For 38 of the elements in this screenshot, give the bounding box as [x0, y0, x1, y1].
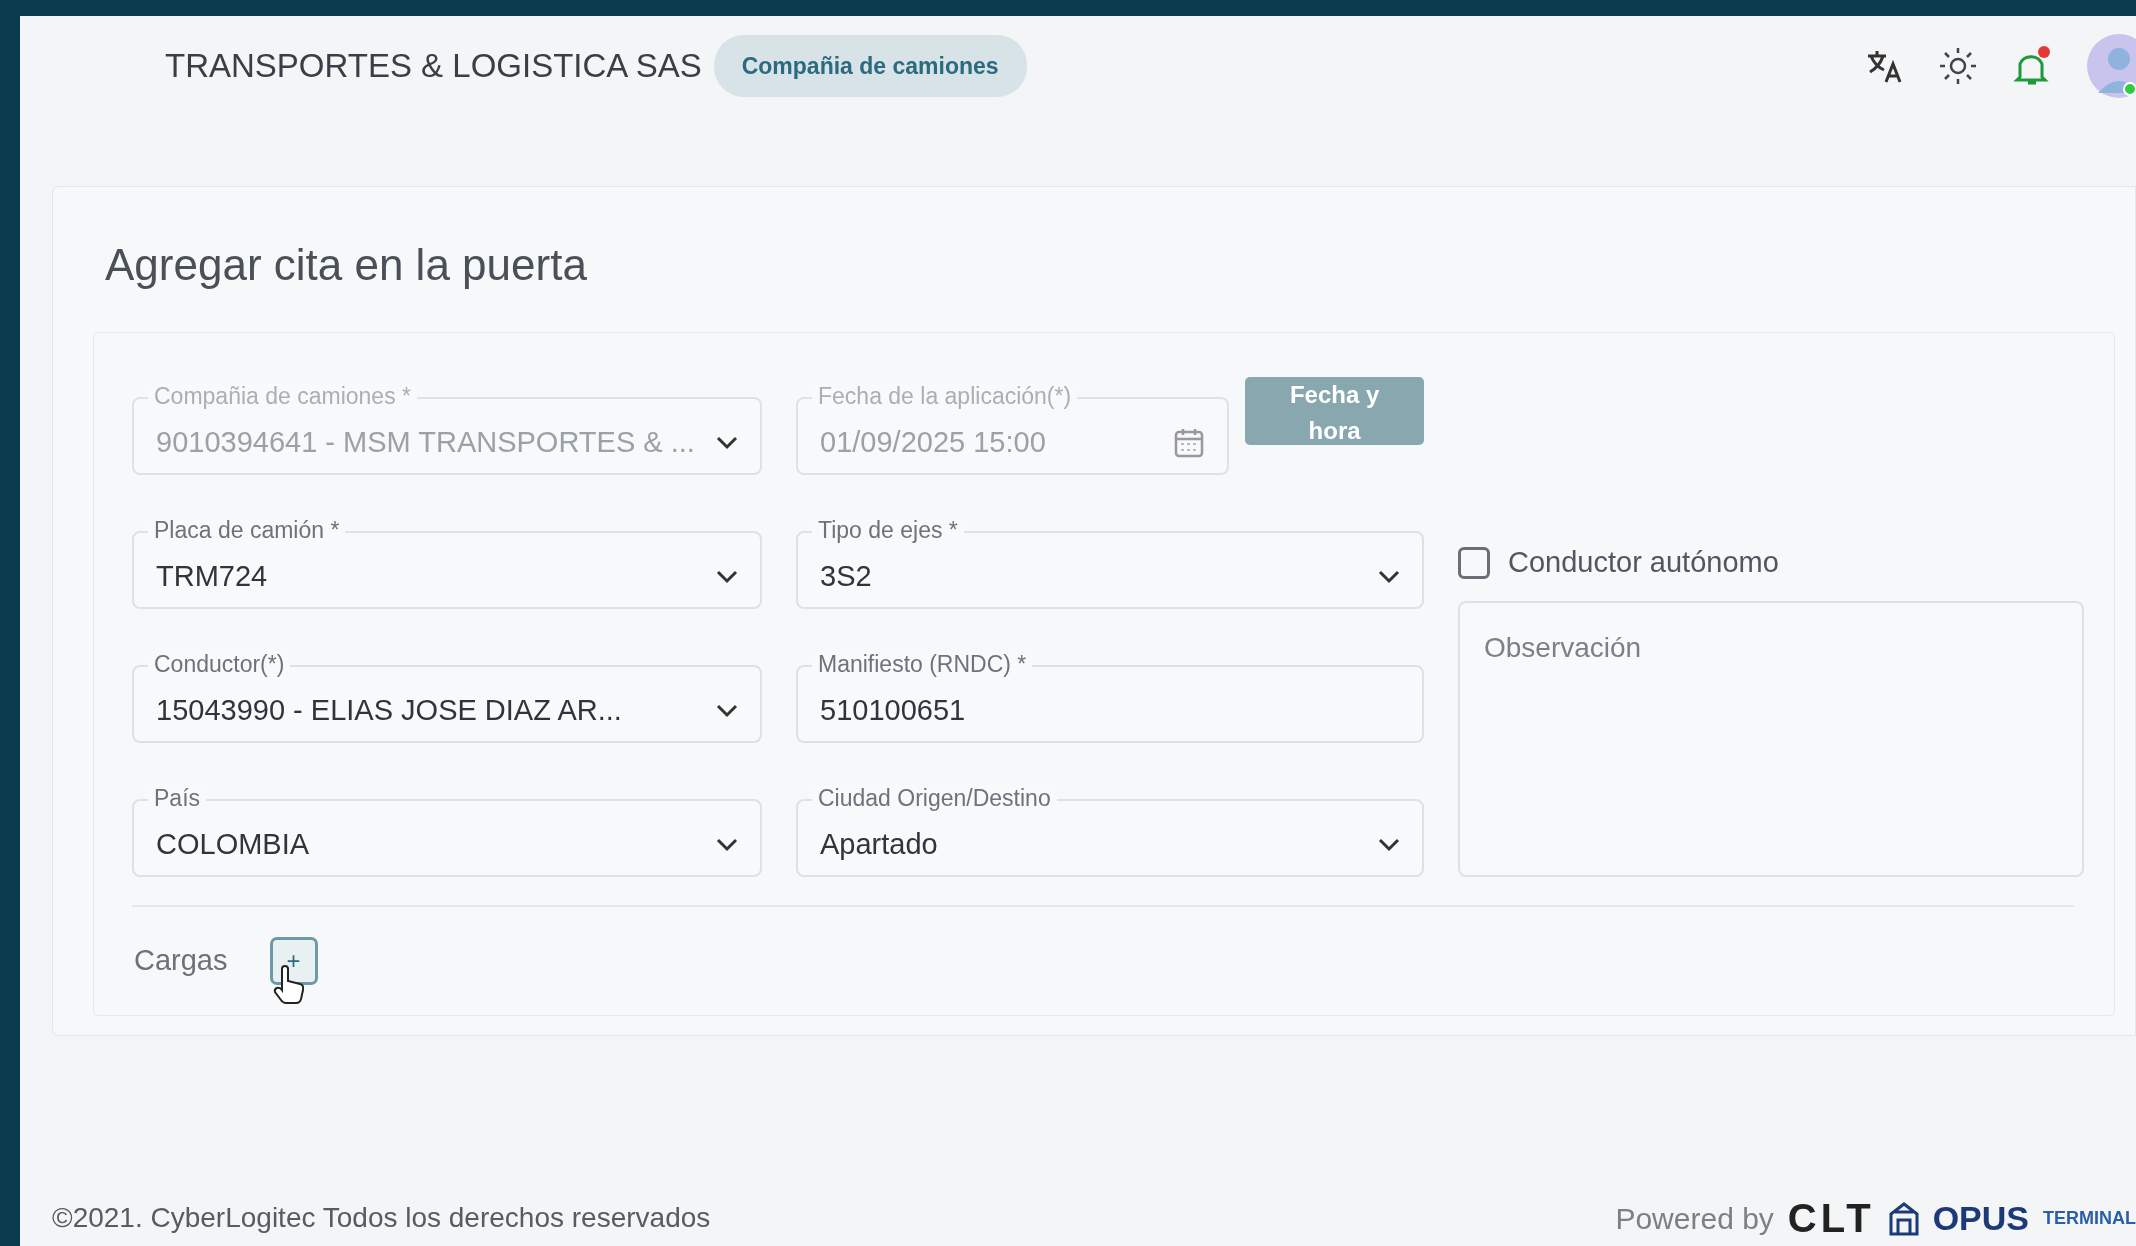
field-value: 01/09/2025 15:00 [820, 425, 1047, 461]
chevron-down-icon [716, 569, 738, 584]
translate-icon[interactable] [1866, 48, 1904, 84]
chevron-down-icon [1378, 569, 1400, 584]
field-value: TRM724 [156, 559, 269, 595]
sun-icon[interactable] [1938, 46, 1978, 86]
field-value: 9010394641 - MSM TRANSPORTES & ... [156, 425, 696, 461]
brand-logo: OPUS [1932, 1197, 2029, 1239]
role-badge: Compañia de camiones [713, 34, 1027, 98]
chevron-down-icon [1378, 837, 1400, 852]
chevron-down-icon [716, 837, 738, 852]
brand-logo: TERMINAL [2043, 1206, 2136, 1230]
copyright-text: ©2021. CyberLogitec Todos los derechos reservados [52, 1201, 711, 1235]
select-field[interactable]: Ciudad Origen/Destino Apartado [796, 784, 1424, 877]
field-value: 15043990 - ELIAS JOSE DIAZ AR... [156, 693, 623, 729]
calendar-icon [1173, 426, 1206, 459]
field-value: COLOMBIA [156, 827, 311, 863]
chevron-down-icon [716, 703, 738, 718]
checkbox[interactable] [1458, 546, 1490, 579]
field-value: 3S2 [820, 559, 873, 595]
cargas-label: Cargas [134, 943, 228, 979]
page-title: Agregar cita en la puerta [105, 239, 588, 291]
input-field[interactable]: Manifiesto (RNDC) * 510100651 [796, 650, 1424, 743]
building-icon [1888, 1200, 1919, 1236]
field-value: 510100651 [820, 693, 967, 729]
select-field[interactable]: País COLOMBIA [132, 784, 762, 877]
company-name: TRANSPORTES & LOGISTICA SAS [165, 46, 702, 87]
select-field[interactable]: Placa de camión * TRM724 [132, 516, 762, 609]
checkbox-label: Conductor autónomo [1508, 545, 1779, 581]
select-field[interactable]: Tipo de ejes * 3S2 [796, 516, 1424, 609]
powered-by-text: Powered by [1615, 1200, 1774, 1237]
bell-icon[interactable] [2012, 45, 2052, 87]
add-button[interactable]: + [269, 936, 318, 985]
field-value: Apartado [820, 827, 939, 863]
observation-field[interactable]: Observación [1458, 600, 2084, 877]
chevron-down-icon [716, 435, 738, 450]
brand-logo: CLT [1787, 1195, 1875, 1242]
select-field[interactable]: Conductor(*) 15043990 - ELIAS JOSE DIAZ AR... [132, 650, 762, 743]
